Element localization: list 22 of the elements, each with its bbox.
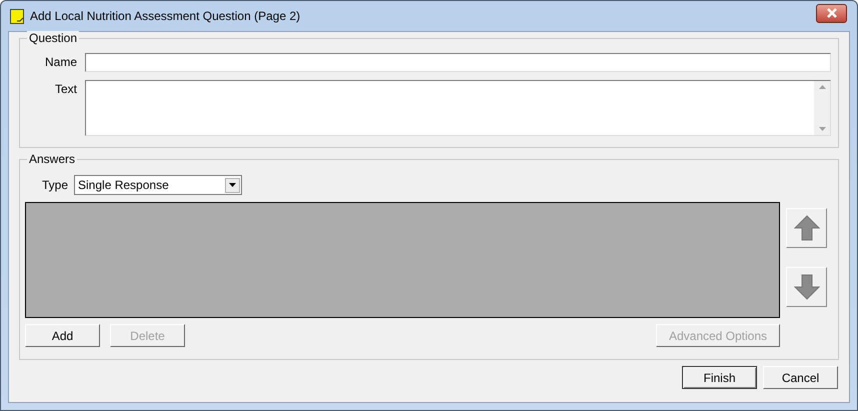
- scroll-down-icon[interactable]: [818, 127, 826, 131]
- type-dropdown[interactable]: Single Response: [74, 175, 242, 195]
- text-area[interactable]: [85, 80, 831, 136]
- move-down-button[interactable]: [786, 267, 827, 307]
- up-arrow-icon: [794, 215, 820, 241]
- window-title: Add Local Nutrition Assessment Question (Page 2): [30, 8, 300, 25]
- down-arrow-icon: [794, 274, 820, 300]
- input-field[interactable]: [85, 53, 831, 72]
- scrollbar[interactable]: [814, 81, 830, 135]
- field-label: Type: [42, 177, 68, 194]
- close-icon: [826, 8, 838, 18]
- group-legend: Question: [27, 31, 80, 45]
- dialog-button[interactable]: Cancel: [763, 366, 838, 389]
- close-button[interactable]: [816, 4, 847, 22]
- field-label: Text: [54, 81, 77, 98]
- dialog-button[interactable]: Add: [25, 324, 100, 347]
- dialog-button[interactable]: Finish: [682, 366, 757, 389]
- group-legend: Answers: [27, 152, 78, 166]
- scroll-up-icon[interactable]: [818, 85, 826, 89]
- field-label: Name: [44, 54, 77, 71]
- move-up-button[interactable]: [786, 208, 827, 248]
- note-icon: [10, 8, 24, 24]
